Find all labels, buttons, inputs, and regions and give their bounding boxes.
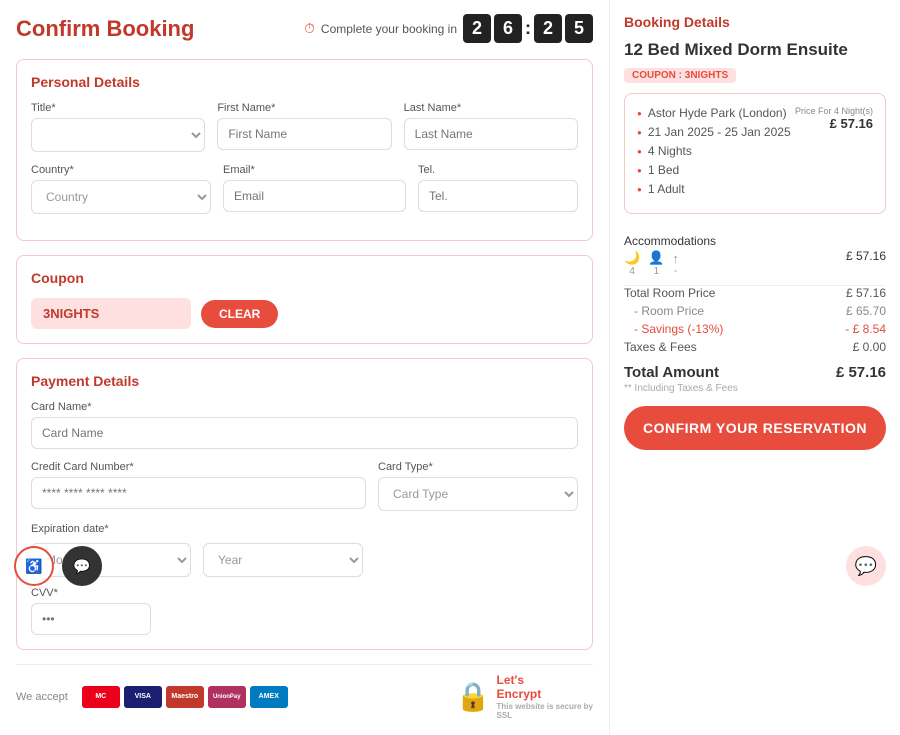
taxes-row: Taxes & Fees £ 0.00 [624,340,886,354]
ssl-badge: 🔒 Let's Encrypt This website is secure b… [456,673,593,721]
we-accept-text: We accept [16,691,68,703]
price-badge: Price For 4 Night(s) £ 57.16 [795,106,873,131]
card-number-group: Credit Card Number* [31,461,366,511]
cvv-input[interactable] [31,603,151,635]
last-name-label: Last Name* [404,102,578,114]
total-amount-value: £ 57.16 [836,364,886,381]
summary-rows: Total Room Price £ 57.16 - Room Price £ … [624,286,886,354]
lets-encrypt-text: Let's Encrypt This website is secure by … [497,673,593,721]
title-label: Title* [31,102,205,114]
dot-icon: ● [637,128,642,137]
chat-icon: 💬 [73,558,90,575]
price-val: £ 57.16 [795,116,873,131]
price-label: Price For 4 Night(s) [795,106,873,116]
cvv-label: CVV* [31,587,578,599]
timer-d4: 5 [565,14,593,43]
expiry-label-group: Expiration date* [31,523,131,539]
expiry-label: Expiration date* [31,523,131,535]
email-label: Email* [223,164,406,176]
card-type-select[interactable]: Card Type Visa MasterCard Amex [378,477,578,511]
payment-icons: MC VISA Maestro UnionPay AMEX [82,686,288,708]
country-select[interactable]: Country United Kingdom United States [31,180,211,214]
total-amount-label: Total Amount [624,364,719,381]
accommodations-row: Accommodations 🌙 4 👤 1 ↑ - £ [624,226,886,286]
last-name-group: Last Name* [404,102,578,152]
amex-icon: AMEX [250,686,288,708]
personal-details-title: Personal Details [31,74,578,90]
card-name-group: Card Name* [31,401,578,449]
personal-details-section: Personal Details Title* Mr Ms Mrs First … [16,59,593,241]
dot-icon: ● [637,185,642,194]
detail-adults: ● 1 Adult [637,182,873,196]
card-name-input[interactable] [31,417,578,449]
timer-d3: 2 [534,14,562,43]
detail-beds: ● 1 Bed [637,163,873,177]
bottom-buttons: ♿ 💬 [14,546,102,586]
coupon-section: Coupon CLEAR [16,255,593,344]
unionpay-icon: UnionPay [208,686,246,708]
accessibility-button[interactable]: ♿ [14,546,54,586]
payment-section: Payment Details Card Name* Credit Card N… [16,358,593,650]
year-group: Year 202520262027 202820292030 [203,543,363,577]
message-icon: 💬 [855,556,877,577]
card-number-input[interactable] [31,477,366,509]
visa-icon: VISA [124,686,162,708]
accommodations-price: £ 57.16 [846,249,886,263]
title-select[interactable]: Mr Ms Mrs [31,118,205,152]
property-name: 12 Bed Mixed Dorm Ensuite [624,40,886,60]
coupon-title: Coupon [31,270,578,286]
total-note: ** Including Taxes & Fees [624,383,886,394]
coupon-input[interactable] [31,298,191,329]
card-number-label: Credit Card Number* [31,461,366,473]
tel-label: Tel. [418,164,578,176]
title-group: Title* Mr Ms Mrs [31,102,205,152]
timer-digits: 2 6 : 2 5 [463,14,593,43]
payment-title: Payment Details [31,373,578,389]
accomm-icons: 🌙 4 👤 1 ↑ - [624,250,716,277]
country-label: Country* [31,164,211,176]
total-room-price-row: Total Room Price £ 57.16 [624,286,886,300]
accommodations-label: Accommodations [624,234,716,248]
timer-label: Complete your booking in [321,22,457,36]
first-name-input[interactable] [217,118,391,150]
support-chat-button[interactable]: 💬 [846,546,886,586]
timer-section: ⏱ Complete your booking in 2 6 : 2 5 [304,14,593,43]
country-group: Country* Country United Kingdom United S… [31,164,211,214]
last-name-input[interactable] [404,118,578,150]
page-title: Confirm Booking [16,16,194,42]
first-name-label: First Name* [217,102,391,114]
coupon-badge: COUPON : 3NIGHTS [624,68,736,83]
dot-icon: ● [637,147,642,156]
confirm-reservation-button[interactable]: CONFIRM YOUR RESERVATION [624,406,886,450]
mastercard-icon: MC [82,686,120,708]
timer-sep: : [525,18,531,39]
dot-icon: ● [637,166,642,175]
clear-coupon-button[interactable]: CLEAR [201,300,278,328]
year-select[interactable]: Year 202520262027 202820292030 [203,543,363,577]
tel-input[interactable] [418,180,578,212]
chat-circle-button[interactable]: 💬 [62,546,102,586]
detail-card: Price For 4 Night(s) £ 57.16 ● Astor Hyd… [624,93,886,214]
email-group: Email* [223,164,406,214]
timer-d2: 6 [494,14,522,43]
timer-d1: 2 [463,14,491,43]
cvv-section: CVV* [31,587,578,635]
card-type-label: Card Type* [378,461,578,473]
clock-icon: ⏱ [304,20,315,37]
total-amount-row: Total Amount £ 57.16 [624,364,886,381]
first-name-group: First Name* [217,102,391,152]
dot-icon: ● [637,109,642,118]
detail-nights: ● 4 Nights [637,144,873,158]
card-type-group: Card Type* Card Type Visa MasterCard Ame… [378,461,578,511]
accessibility-icon: ♿ [25,558,42,575]
card-name-label: Card Name* [31,401,578,413]
tel-group: Tel. [418,164,578,214]
ssl-icon: 🔒 [456,680,491,713]
footer-row: We accept MC VISA Maestro UnionPay AMEX … [16,664,593,721]
room-price-row: - Room Price £ 65.70 [624,304,886,318]
booking-details-title: Booking Details [624,14,886,30]
savings-row: - Savings (-13%) - £ 8.54 [624,322,886,336]
maestro-icon: Maestro [166,686,204,708]
email-input[interactable] [223,180,406,212]
